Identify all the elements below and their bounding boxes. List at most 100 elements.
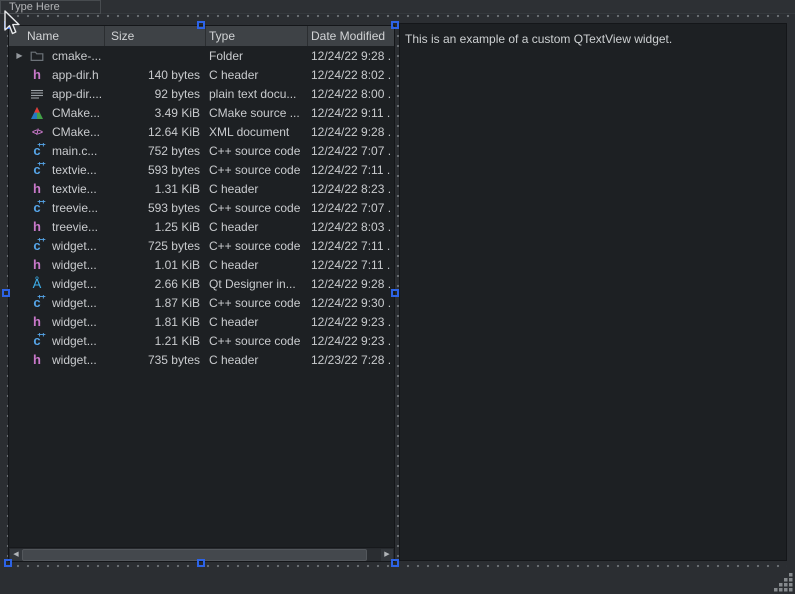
- file-size: 1.87 KiB: [105, 296, 206, 310]
- file-type: Qt Designer in...: [206, 277, 308, 291]
- table-row[interactable]: </> CMake... 12.64 KiB XML document 12/2…: [9, 122, 394, 141]
- file-name: widget...: [52, 239, 97, 253]
- text-view-content: This is an example of a custom QTextView…: [405, 32, 672, 46]
- file-name: widget...: [52, 315, 97, 329]
- designer-icon: Å: [30, 276, 44, 291]
- file-size: 735 bytes: [105, 353, 206, 367]
- tree-rows: ▶ cmake-... Folder 12/24/22 9:28 . h app…: [9, 46, 394, 547]
- file-type: CMake source ...: [206, 106, 308, 120]
- column-header-date-modified[interactable]: Date Modified: [308, 26, 394, 46]
- file-name: CMake...: [52, 106, 100, 120]
- file-size: 725 bytes: [105, 239, 206, 253]
- file-tree-view[interactable]: Name Size Type Date Modified ▶ cmake-...…: [8, 25, 395, 562]
- table-row[interactable]: h treevie... 1.25 KiB C header 12/24/22 …: [9, 217, 394, 236]
- table-row[interactable]: h textvie... 1.31 KiB C header 12/24/22 …: [9, 179, 394, 198]
- table-row[interactable]: c++ main.c... 752 bytes C++ source code …: [9, 141, 394, 160]
- cpp-icon: c++: [30, 143, 44, 158]
- table-row[interactable]: h widget... 1.01 KiB C header 12/24/22 7…: [9, 255, 394, 274]
- resize-handle-middle-left[interactable]: [2, 289, 10, 297]
- table-row[interactable]: h app-dir.h 140 bytes C header 12/24/22 …: [9, 65, 394, 84]
- file-type: plain text docu...: [206, 87, 308, 101]
- table-row[interactable]: CMake... 3.49 KiB CMake source ... 12/24…: [9, 103, 394, 122]
- table-row[interactable]: ▶ cmake-... Folder 12/24/22 9:28 .: [9, 46, 394, 65]
- cpp-icon: c++: [30, 162, 44, 177]
- resize-handle-top-middle[interactable]: [197, 21, 205, 29]
- column-header-name[interactable]: Name: [9, 26, 105, 46]
- file-date-modified: 12/24/22 8:03 .: [308, 220, 394, 234]
- c-header-icon: h: [30, 257, 44, 272]
- table-row[interactable]: Å widget... 2.66 KiB Qt Designer in... 1…: [9, 274, 394, 293]
- file-size: 12.64 KiB: [105, 125, 206, 139]
- column-header-type[interactable]: Type: [206, 26, 308, 46]
- file-type: C header: [206, 182, 308, 196]
- file-date-modified: 12/23/22 7:28 .: [308, 353, 394, 367]
- c-header-icon: h: [30, 352, 44, 367]
- table-row[interactable]: c++ widget... 1.87 KiB C++ source code 1…: [9, 293, 394, 312]
- file-date-modified: 12/24/22 9:30 .: [308, 296, 394, 310]
- c-header-icon: h: [30, 219, 44, 234]
- file-size: 593 bytes: [105, 163, 206, 177]
- resize-handle-bottom-middle[interactable]: [197, 559, 205, 567]
- table-row[interactable]: h widget... 1.81 KiB C header 12/24/22 9…: [9, 312, 394, 331]
- file-name: widget...: [52, 258, 97, 272]
- file-date-modified: 12/24/22 9:11 .: [308, 106, 394, 120]
- table-row[interactable]: c++ textvie... 593 bytes C++ source code…: [9, 160, 394, 179]
- file-date-modified: 12/24/22 7:07 .: [308, 201, 394, 215]
- cpp-icon: c++: [30, 333, 44, 348]
- file-type: C header: [206, 68, 308, 82]
- file-type: C++ source code: [206, 334, 308, 348]
- expand-arrow-icon[interactable]: ▶: [9, 51, 30, 60]
- file-name: main.c...: [52, 144, 97, 158]
- file-type: C header: [206, 258, 308, 272]
- c-header-icon: h: [30, 314, 44, 329]
- file-date-modified: 12/24/22 8:02 .: [308, 68, 394, 82]
- table-row[interactable]: c++ widget... 1.21 KiB C++ source code 1…: [9, 331, 394, 350]
- file-date-modified: 12/24/22 8:00 .: [308, 87, 394, 101]
- file-date-modified: 12/24/22 9:23 .: [308, 334, 394, 348]
- resize-handle-middle-right[interactable]: [391, 289, 399, 297]
- size-grip-icon[interactable]: [774, 573, 794, 593]
- cmake-icon: [30, 105, 44, 120]
- file-size: 1.01 KiB: [105, 258, 206, 272]
- file-name: app-dir.h: [52, 68, 99, 82]
- file-size: 752 bytes: [105, 144, 206, 158]
- table-row[interactable]: c++ widget... 725 bytes C++ source code …: [9, 236, 394, 255]
- file-date-modified: 12/24/22 7:11 .: [308, 163, 394, 177]
- file-name: cmake-...: [52, 49, 101, 63]
- file-date-modified: 12/24/22 7:11 .: [308, 239, 394, 253]
- file-size: 92 bytes: [105, 87, 206, 101]
- file-name: treevie...: [52, 201, 98, 215]
- file-date-modified: 12/24/22 9:28 .: [308, 125, 394, 139]
- file-name: treevie...: [52, 220, 98, 234]
- file-type: C++ source code: [206, 239, 308, 253]
- table-row[interactable]: h widget... 735 bytes C header 12/23/22 …: [9, 350, 394, 369]
- file-type: C++ source code: [206, 163, 308, 177]
- text-view[interactable]: This is an example of a custom QTextView…: [399, 23, 787, 561]
- file-name: widget...: [52, 277, 97, 291]
- file-name: textvie...: [52, 163, 97, 177]
- file-type: XML document: [206, 125, 308, 139]
- file-name: widget...: [52, 353, 97, 367]
- file-date-modified: 12/24/22 8:23 .: [308, 182, 394, 196]
- c-header-icon: h: [30, 67, 44, 82]
- resize-handle-bottom-right[interactable]: [391, 559, 399, 567]
- file-type: C++ source code: [206, 144, 308, 158]
- file-type: C++ source code: [206, 201, 308, 215]
- file-name: widget...: [52, 334, 97, 348]
- file-size: 3.49 KiB: [105, 106, 206, 120]
- file-type: C header: [206, 220, 308, 234]
- cpp-icon: c++: [30, 295, 44, 310]
- resize-handle-top-right[interactable]: [391, 21, 399, 29]
- resize-handle-bottom-left[interactable]: [4, 559, 12, 567]
- file-name: textvie...: [52, 182, 97, 196]
- file-size: 140 bytes: [105, 68, 206, 82]
- file-size: 1.31 KiB: [105, 182, 206, 196]
- table-row[interactable]: app-dir.... 92 bytes plain text docu... …: [9, 84, 394, 103]
- file-date-modified: 12/24/22 9:28 .: [308, 277, 394, 291]
- file-type: C header: [206, 353, 308, 367]
- form-margin: [787, 24, 795, 570]
- table-row[interactable]: c++ treevie... 593 bytes C++ source code…: [9, 198, 394, 217]
- scrollbar-thumb[interactable]: [22, 549, 367, 561]
- column-header-size[interactable]: Size: [105, 26, 206, 46]
- xml-icon: </>: [30, 124, 44, 139]
